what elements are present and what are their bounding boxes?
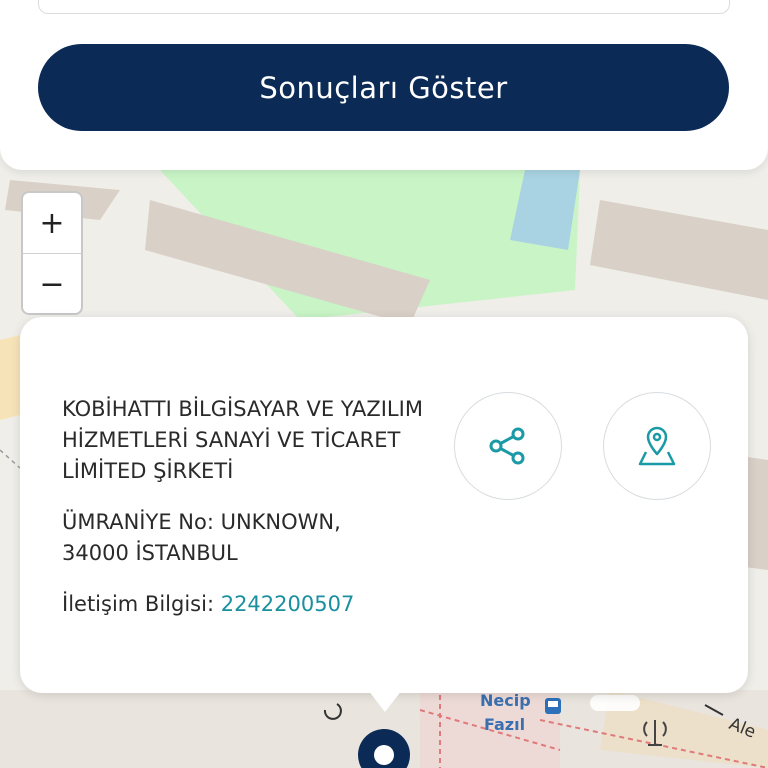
zoom-control: + − — [21, 191, 83, 315]
zoom-out-button[interactable]: − — [23, 254, 81, 313]
show-on-map-button[interactable] — [603, 392, 711, 500]
address-line-2: 34000 İSTANBUL — [62, 541, 238, 565]
location-info-card: KOBİHATTI BİLGİSAYAR VE YAZILIM HİZMETLE… — [20, 317, 748, 693]
share-button[interactable] — [454, 392, 562, 500]
search-filter-panel: Sonuçları Göster — [0, 0, 768, 170]
company-name: KOBİHATTI BİLGİSAYAR VE YAZILIM HİZMETLE… — [62, 397, 423, 483]
poi-label: Necip — [480, 691, 531, 710]
show-results-button[interactable]: Sonuçları Göster — [38, 44, 729, 131]
card-pointer — [368, 690, 402, 712]
poi-label: Fazıl — [484, 715, 525, 734]
share-icon — [489, 427, 525, 465]
filter-field[interactable] — [38, 0, 730, 14]
company-address: ÜMRANİYE No: UNKNOWN, 34000 İSTANBUL — [62, 507, 462, 569]
map-pin-icon — [638, 426, 676, 466]
contact-info: İletişim Bilgisi: 2242200507 — [62, 589, 354, 620]
address-line-1: ÜMRANİYE No: UNKNOWN, — [62, 510, 341, 534]
zoom-in-button[interactable]: + — [23, 193, 81, 254]
contact-label: İletişim Bilgisi: — [62, 592, 221, 616]
phone-link[interactable]: 2242200507 — [221, 592, 355, 616]
